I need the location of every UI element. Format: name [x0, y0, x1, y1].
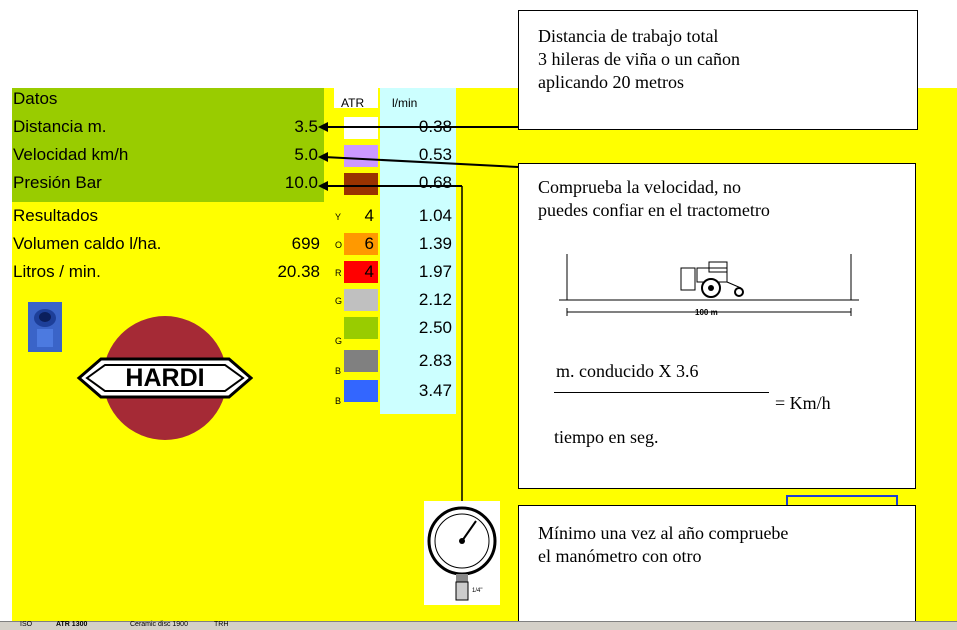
tab-atr-1300[interactable]: ATR 1300 [56, 621, 87, 629]
tab-iso[interactable]: ISO [20, 621, 32, 629]
leader-lines [318, 122, 519, 501]
tab-trh[interactable]: TRH [214, 621, 228, 629]
tab-ceramic-disc[interactable]: Ceramic disc 1900 [130, 621, 188, 629]
